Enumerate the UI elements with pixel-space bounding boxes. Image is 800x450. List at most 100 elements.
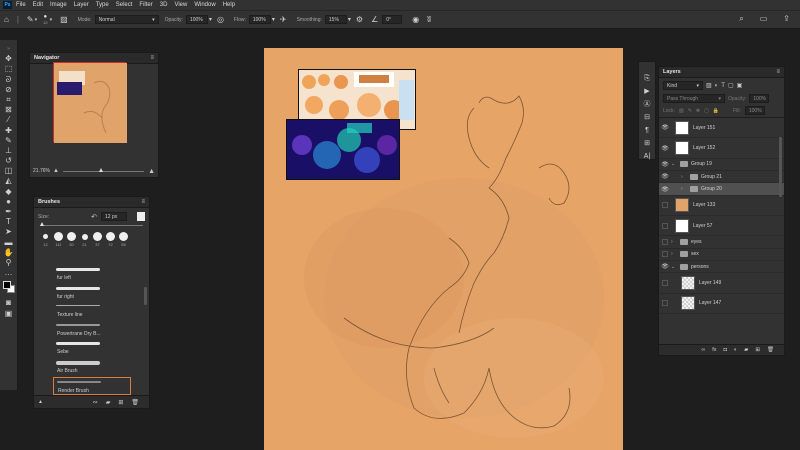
chevron-down-icon[interactable]: ▾ <box>35 17 38 23</box>
panel-menu-icon[interactable]: ≡ <box>141 199 145 205</box>
link-icon[interactable]: ∞ <box>701 347 705 353</box>
angle-icon[interactable]: ∠ <box>371 15 378 24</box>
brush-size-field[interactable]: 12 px <box>101 212 128 221</box>
brush-item-selected[interactable]: Render Brush <box>53 376 131 396</box>
brushes-tab[interactable]: Brushes ≡ <box>34 197 149 208</box>
layers-scrollbar[interactable] <box>779 137 782 197</box>
path-select-tool-icon[interactable]: ➤ <box>2 227 16 237</box>
menu-image[interactable]: Image <box>50 2 67 8</box>
layer-group-row[interactable]: 👁 ⌄ Group 19 <box>659 159 784 172</box>
menu-layer[interactable]: Layer <box>74 2 89 8</box>
eye-icon[interactable]: 👁 <box>659 173 671 180</box>
slider-handle[interactable]: ▲ <box>38 399 43 405</box>
lock-position-icon[interactable]: ✥ <box>696 108 700 114</box>
blend-mode-select[interactable]: Pass Through ▾ <box>663 94 725 103</box>
eye-icon[interactable]: 👁 <box>659 145 671 152</box>
pressure-size-icon[interactable]: ◉ <box>412 15 419 24</box>
trash-icon[interactable]: 🗑 <box>767 347 774 353</box>
character-icon[interactable]: Ⓐ <box>644 98 651 111</box>
properties-icon[interactable]: ⊞ <box>644 137 650 150</box>
layer-row[interactable]: 👁 Layer 152 <box>659 138 784 159</box>
brush-settings-icon[interactable] <box>137 212 145 221</box>
airbrush-icon[interactable]: ✈ <box>280 15 287 24</box>
layer-group-row[interactable]: › eyes <box>659 236 784 249</box>
eraser-tool-icon[interactable]: ◫ <box>2 166 16 176</box>
paint-bucket-tool-icon[interactable]: ◭ <box>2 176 16 186</box>
brush-tip[interactable]: 37 <box>92 232 103 247</box>
symmetry-icon[interactable]: ʬ <box>427 15 431 24</box>
pressure-opacity-icon[interactable]: ◎ <box>217 15 224 24</box>
chevron-down-icon[interactable]: ⌄ <box>671 264 677 270</box>
eye-icon[interactable]: 👁 <box>659 186 671 193</box>
brush-size-slider[interactable] <box>40 222 143 226</box>
frame-tool-icon[interactable]: ⊠ <box>2 105 16 115</box>
collapse-icon[interactable]: » <box>2 44 16 54</box>
brush-tip[interactable]: 55 <box>118 232 129 247</box>
brush-tip[interactable]: 12 <box>40 232 51 247</box>
blur-tool-icon[interactable]: ◆ <box>2 187 16 197</box>
navigator-zoom-slider[interactable] <box>62 167 145 172</box>
adjustment-icon[interactable]: ◐ <box>734 347 737 353</box>
visibility-toggle[interactable] <box>662 239 668 246</box>
visibility-toggle[interactable] <box>662 300 668 307</box>
mask-icon[interactable]: ◘ <box>724 347 727 353</box>
visibility-toggle[interactable] <box>662 280 668 287</box>
quick-mask-icon[interactable]: ◙ <box>2 298 16 308</box>
eye-icon[interactable]: 👁 <box>659 161 671 168</box>
zoom-out-icon[interactable]: ▲ <box>53 168 59 174</box>
brush-tip[interactable]: 72 <box>105 232 116 247</box>
slider-handle[interactable] <box>40 222 44 226</box>
glyphs-icon[interactable]: A| <box>644 150 651 163</box>
brush-item[interactable]: Sebe <box>53 339 131 358</box>
brush-preset-picker[interactable]: ● 12 <box>43 14 47 25</box>
brush-item[interactable]: fur left <box>53 265 131 284</box>
new-brush-icon[interactable]: ⊞ <box>118 399 123 406</box>
filter-pixel-icon[interactable]: ▨ <box>706 82 712 89</box>
filter-adjust-icon[interactable]: ◐ <box>715 83 719 89</box>
history-brush-tool-icon[interactable]: ↺ <box>2 156 16 166</box>
layer-group-row[interactable]: 👁 ⌄ persons <box>659 261 784 274</box>
more-tools-icon[interactable]: … <box>2 268 16 278</box>
search-icon[interactable]: ⌕ <box>739 14 743 24</box>
mode-select[interactable]: Normal ▾ <box>94 15 159 24</box>
reference-image-purple[interactable] <box>286 119 400 180</box>
brush-tool-icon[interactable]: ✎ <box>27 15 34 24</box>
layer-group-row-selected[interactable]: 👁 › Group 20 <box>659 183 784 196</box>
brush-tool-icon[interactable]: ✎ <box>2 136 16 146</box>
chevron-down-icon[interactable]: ▾ <box>348 16 351 23</box>
dodge-tool-icon[interactable]: ● <box>2 197 16 207</box>
workspace-icon[interactable]: ▭ <box>760 14 768 24</box>
layer-row[interactable]: Layer 147 <box>659 294 784 315</box>
screen-mode-icon[interactable]: ▣ <box>2 309 16 319</box>
type-tool-icon[interactable]: T <box>2 217 16 227</box>
layer-row[interactable]: 👁 Layer 151 <box>659 118 784 139</box>
hand-tool-icon[interactable]: ✋ <box>2 248 16 258</box>
brush-tip[interactable]: 21 <box>79 232 90 247</box>
smoothing-field[interactable]: 15% <box>324 15 347 24</box>
chevron-right-icon[interactable]: › <box>671 251 677 257</box>
navigator-zoom-value[interactable]: 21.76% <box>33 168 53 174</box>
lock-paint-icon[interactable]: ✎ <box>688 108 692 114</box>
flow-field[interactable]: 100% <box>248 15 271 24</box>
zoom-tool-icon[interactable]: ⚲ <box>2 258 16 268</box>
layer-row[interactable]: Layer 149 <box>659 273 784 294</box>
chevron-down-icon[interactable]: ▾ <box>272 16 275 23</box>
lasso-tool-icon[interactable]: ᘐ <box>2 75 16 85</box>
chevron-right-icon[interactable]: › <box>681 186 687 192</box>
new-layer-icon[interactable]: ⊞ <box>755 347 760 353</box>
menu-window[interactable]: Window <box>194 2 215 8</box>
navigator-preview[interactable] <box>53 62 127 143</box>
reset-icon[interactable]: ↶ <box>91 213 97 221</box>
brush-item[interactable]: Powertrane Dry B... <box>53 321 131 340</box>
brush-tip[interactable]: 30 <box>66 232 77 247</box>
chevron-down-icon[interactable]: ⌄ <box>671 161 677 167</box>
visibility-toggle[interactable] <box>662 202 668 209</box>
filter-smart-icon[interactable]: ▣ <box>737 82 743 89</box>
lock-all-icon[interactable]: 🔒 <box>713 108 719 114</box>
color-swatches[interactable] <box>2 280 16 294</box>
layers-tab[interactable]: Layers ≡ <box>659 67 784 78</box>
visibility-toggle[interactable] <box>662 251 668 258</box>
eye-icon[interactable]: 👁 <box>659 124 671 131</box>
stamp-tool-icon[interactable]: ⊥ <box>2 146 16 156</box>
shape-tool-icon[interactable]: ▬ <box>2 238 16 248</box>
